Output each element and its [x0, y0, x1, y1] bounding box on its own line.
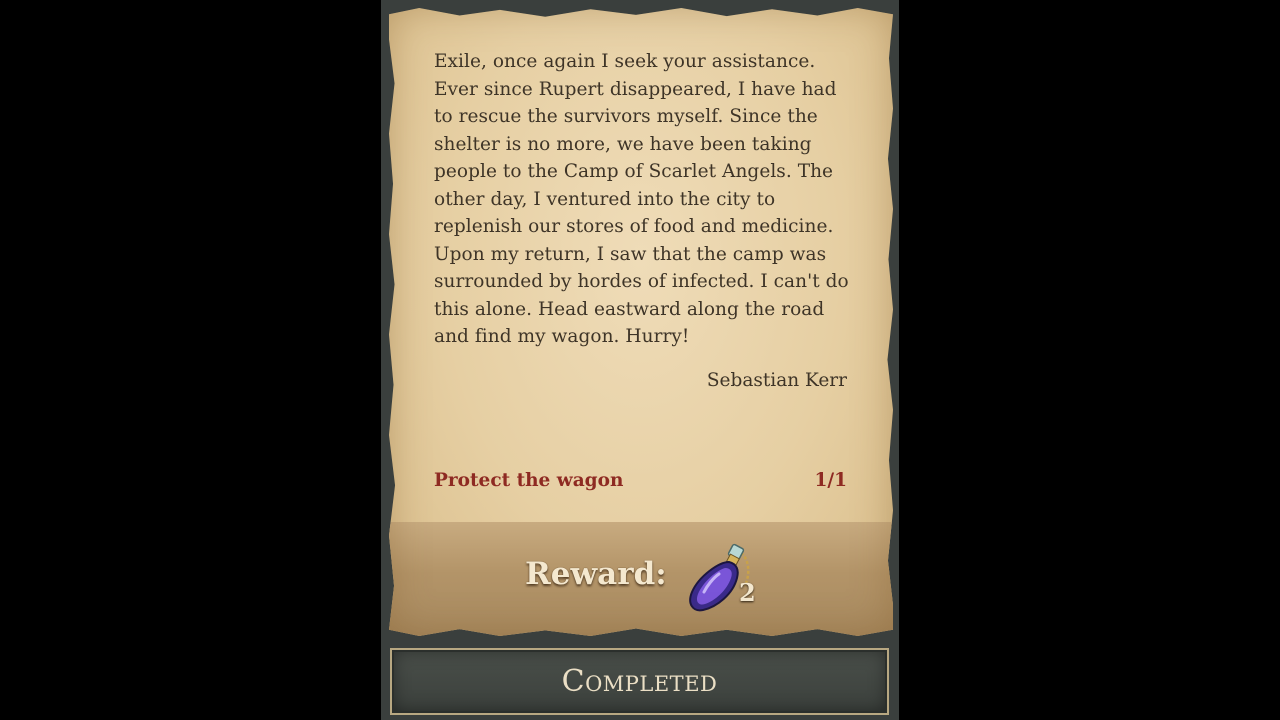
quest-letter-text: Exile, once again I seek your assistance… — [434, 51, 849, 347]
quest-letter-parchment: Exile, once again I seek your assistance… — [389, 8, 893, 636]
objective-label: Protect the wagon — [434, 470, 624, 491]
completed-button[interactable]: Completed — [390, 648, 889, 715]
letter-signature: Sebastian Kerr — [706, 370, 847, 391]
reward-count: 2 — [739, 578, 756, 607]
objective-progress: 1/1 — [814, 470, 847, 491]
reward-label: Reward: — [525, 556, 667, 592]
quest-panel: Exile, once again I seek your assistance… — [381, 0, 899, 720]
quest-objective: Protect the wagon 1/1 — [434, 470, 847, 491]
reward-section: Reward: 2 — [389, 522, 893, 636]
